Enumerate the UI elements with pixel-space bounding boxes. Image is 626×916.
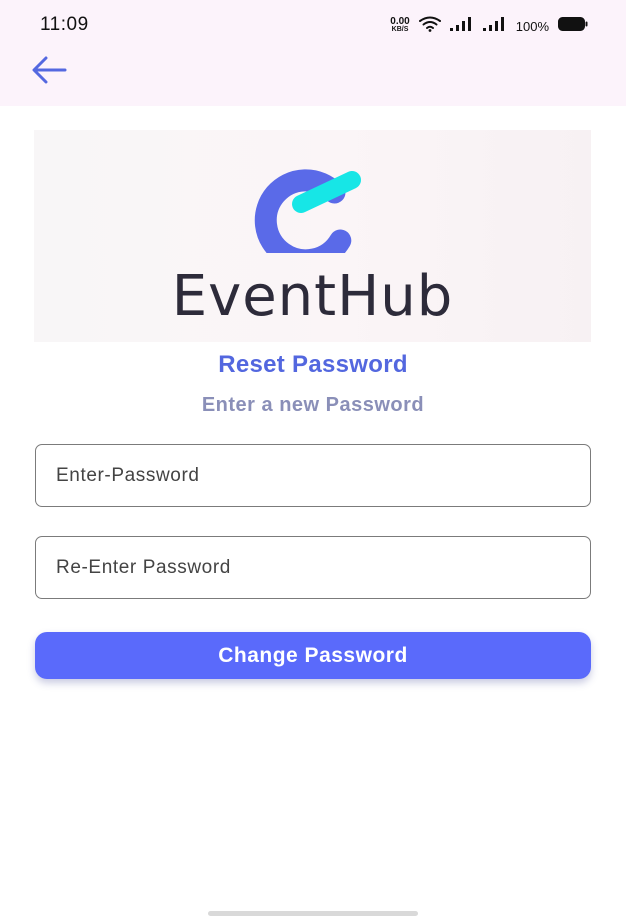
battery-icon [558, 16, 588, 36]
arrow-left-icon [30, 56, 68, 89]
net-speed-unit: KB/S [391, 26, 409, 33]
signal-icon [482, 16, 507, 36]
password-field [35, 444, 591, 507]
net-speed: 0.00 KB/S [390, 16, 410, 34]
page-subtitle: Enter a new Password [201, 394, 425, 416]
page-title: Reset Password [218, 351, 408, 378]
confirm-password-input[interactable] [36, 537, 590, 598]
logo-wordmark: EventHub [171, 264, 454, 329]
app-logo: EventHub [34, 130, 591, 342]
confirm-password-field [35, 536, 591, 599]
signal-icon [449, 16, 474, 36]
status-icons: 0.00 KB/S 100% [390, 15, 588, 37]
wifi-icon [418, 16, 441, 37]
eventhub-logo-icon [239, 158, 369, 272]
status-time: 11:09 [40, 14, 89, 35]
net-speed-value: 0.00 [390, 16, 410, 27]
home-indicator [208, 911, 418, 916]
status-bar: 11:09 0.00 KB/S 100% [0, 0, 626, 50]
battery-percent: 100% [515, 18, 549, 34]
back-button[interactable] [28, 56, 70, 88]
change-password-button[interactable]: Change Password [35, 632, 591, 679]
password-input[interactable] [36, 445, 590, 506]
